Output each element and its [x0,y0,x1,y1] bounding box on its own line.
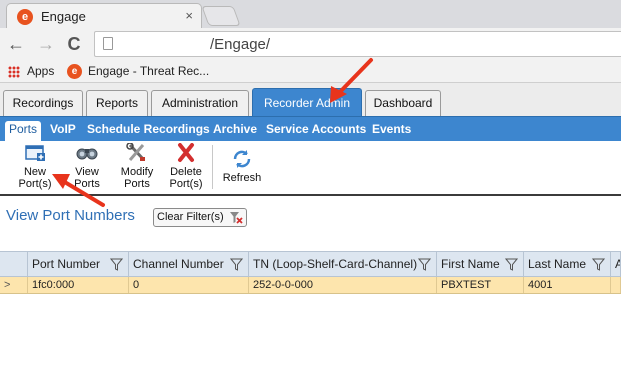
column-header-label: Port Number [32,257,101,271]
clear-filter-icon [230,212,243,224]
row-indicator: > [0,277,28,293]
subtab-schedule-recordings[interactable]: Schedule Recordings [87,121,210,137]
delete-ports-button[interactable]: Delete Port(s) [164,143,208,190]
new-ports-label-2: Port(s) [18,178,52,190]
tools-icon [126,143,146,162]
bookmarks-bar: Apps e Engage - Threat Rec... [0,61,621,83]
toolbar-separator [212,145,213,189]
column-header-label: First Name [441,257,500,271]
view-ports-label-2: Ports [74,178,100,190]
tab-reports[interactable]: Reports [86,90,148,117]
table-row[interactable]: > 1fc0:000 0 252-0-0-000 PBXTEST 4001 [0,277,621,294]
browser-tabstrip: e Engage × [0,0,621,28]
cell-tn[interactable]: 252-0-0-000 [249,277,437,293]
cell-port-number[interactable]: 1fc0:000 [28,277,129,293]
new-ports-button[interactable]: New Port(s) [13,143,57,190]
tab-dashboard[interactable]: Dashboard [365,90,441,117]
header-indicator-cell [0,252,28,276]
subtab-voip[interactable]: VoIP [50,121,76,137]
subtab-archive[interactable]: Archive [213,121,257,137]
ports-toolbar: New Port(s) View Ports Modify Ports Dele… [0,141,621,196]
filter-icon[interactable] [418,258,431,271]
filter-icon[interactable] [110,258,123,271]
reload-icon[interactable]: C [64,32,84,56]
ports-grid: Port Number Channel Number TN (Loop-Shel… [0,251,621,294]
column-header-port-number[interactable]: Port Number [28,252,129,276]
binoculars-icon [76,148,98,160]
column-header-label: Channel Number [133,257,224,271]
page-title: View Port Numbers [6,207,135,224]
delete-x-icon [178,143,194,162]
apps-grid-icon[interactable] [8,66,20,78]
sub-tabs: Ports VoIP Schedule Recordings Archive S… [0,117,621,141]
modify-ports-label-2: Ports [124,178,150,190]
modify-ports-button[interactable]: Modify Ports [116,143,158,190]
back-arrow-icon[interactable]: ← [6,32,26,56]
view-ports-label-1: View [75,166,99,178]
browser-tab-title: Engage [41,9,86,24]
engage-favicon-icon: e [67,64,82,79]
close-tab-icon[interactable]: × [185,8,193,23]
refresh-button[interactable]: Refresh [218,149,266,184]
column-header-truncated[interactable]: A [611,252,621,276]
subtab-ports[interactable]: Ports [5,121,42,141]
page-icon [103,37,113,50]
tab-recorder-admin[interactable]: Recorder Admin [252,88,362,117]
filter-icon[interactable] [505,258,518,271]
app-main-tabs: Recordings Reports Administration Record… [0,83,621,117]
delete-ports-label-1: Delete [170,166,202,178]
cell-channel-number[interactable]: 0 [129,277,249,293]
subtab-events[interactable]: Events [372,121,411,137]
column-header-first-name[interactable]: First Name [437,252,524,276]
browser-navbar: ← → C /Engage/ [0,28,621,61]
tab-recordings[interactable]: Recordings [3,90,83,117]
browser-tab[interactable]: e Engage × [6,3,202,28]
address-text: /Engage/ [210,36,271,53]
clear-filters-label: Clear Filter(s) [157,211,224,223]
new-tab-button[interactable] [201,6,241,26]
column-header-tn[interactable]: TN (Loop-Shelf-Card-Channel) [249,252,437,276]
cell-first-name[interactable]: PBXTEST [437,277,524,293]
new-ports-label-1: New [23,166,46,178]
filter-icon[interactable] [230,258,243,271]
delete-ports-label-2: Port(s) [169,178,203,190]
engage-favicon-icon: e [17,9,33,25]
filter-icon[interactable] [592,258,605,271]
column-header-label: TN (Loop-Shelf-Card-Channel) [253,257,418,271]
new-port-icon [25,145,45,161]
engage-bookmark[interactable]: Engage - Threat Rec... [88,64,209,78]
tab-administration[interactable]: Administration [151,90,249,117]
apps-bookmark[interactable]: Apps [27,64,54,78]
clear-filters-button[interactable]: Clear Filter(s) [153,208,247,227]
subtab-service-accounts[interactable]: Service Accounts [266,121,366,137]
modify-ports-label-1: Modify [120,166,154,178]
column-header-label: A [615,257,620,271]
column-header-last-name[interactable]: Last Name [524,252,611,276]
forward-arrow-icon[interactable]: → [36,32,56,56]
column-header-label: Last Name [528,257,587,271]
refresh-label: Refresh [222,172,262,184]
view-ports-button[interactable]: View Ports [66,143,108,190]
column-header-channel-number[interactable]: Channel Number [129,252,249,276]
cell-last-name[interactable]: 4001 [524,277,611,293]
cell-truncated[interactable] [611,277,621,293]
grid-header: Port Number Channel Number TN (Loop-Shel… [0,251,621,277]
refresh-icon [233,150,251,168]
address-bar[interactable]: /Engage/ [94,31,621,57]
